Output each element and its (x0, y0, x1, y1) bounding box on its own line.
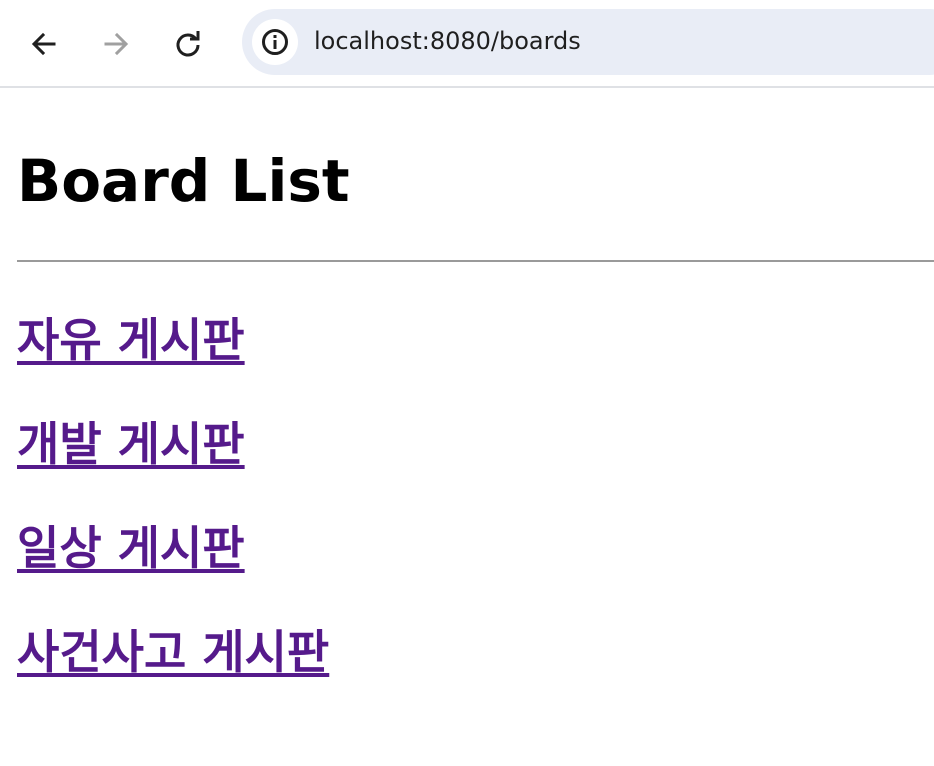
divider (17, 260, 934, 262)
url-text[interactable]: localhost:8080/boards (314, 27, 581, 55)
page-content: Board List 자유 게시판 개발 게시판 일상 게시판 사건사고 게시판 (0, 88, 934, 766)
page-title: Board List (17, 147, 350, 215)
board-link-free[interactable]: 자유 게시판 (17, 312, 245, 368)
browser-toolbar: localhost:8080/boards (0, 0, 934, 88)
reload-icon (176, 31, 200, 57)
board-link-incident[interactable]: 사건사고 게시판 (17, 624, 329, 680)
site-info-button[interactable] (252, 19, 298, 65)
forward-button[interactable] (94, 22, 138, 66)
reload-button[interactable] (166, 22, 210, 66)
info-icon (262, 29, 288, 55)
arrow-right-icon (104, 32, 129, 56)
address-bar[interactable]: localhost:8080/boards (242, 9, 934, 75)
board-link-dev[interactable]: 개발 게시판 (17, 416, 245, 472)
back-button[interactable] (22, 22, 66, 66)
board-link-daily[interactable]: 일상 게시판 (17, 520, 245, 576)
arrow-left-icon (31, 32, 56, 56)
